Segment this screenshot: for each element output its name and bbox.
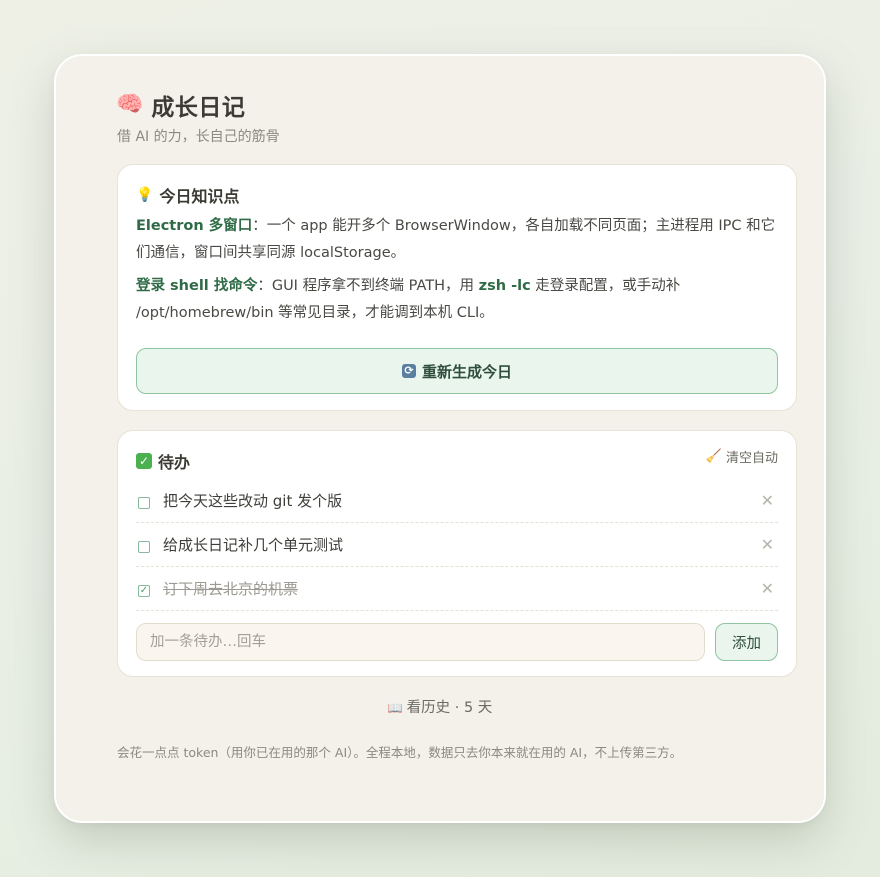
- regenerate-label: 重新生成今日: [421, 362, 512, 381]
- bulb-icon: 💡: [136, 187, 154, 203]
- todo-checkbox[interactable]: [138, 540, 150, 553]
- history-label: 看历史 · 5 天: [406, 700, 493, 716]
- knowledge-code: zsh -lc: [478, 278, 531, 294]
- regenerate-button[interactable]: ⟳ 重新生成今日: [136, 348, 778, 394]
- todo-item: ✓ 订下周去北京的机票 ✕: [136, 567, 778, 611]
- knowledge-term: 登录 shell 找命令: [136, 278, 258, 294]
- knowledge-heading-label: 今日知识点: [159, 187, 240, 206]
- clear-auto-label: 清空自动: [725, 451, 778, 466]
- knowledge-sep: ：: [257, 278, 272, 294]
- clear-auto-button[interactable]: 🧹 清空自动: [706, 447, 778, 466]
- delete-icon[interactable]: ✕: [761, 491, 774, 510]
- check-mark-icon: ✓: [136, 453, 152, 469]
- knowledge-card: 💡 今日知识点 Electron 多窗口：一个 app 能开多个 Browser…: [117, 164, 797, 411]
- todo-card: ✓ 待办 🧹 清空自动 把今天这些改动 git 发个版 ✕ 给成长日记补几个单元…: [117, 430, 797, 677]
- delete-icon[interactable]: ✕: [761, 579, 774, 598]
- todo-text: 把今天这些改动 git 发个版: [163, 492, 343, 510]
- delete-icon[interactable]: ✕: [761, 535, 774, 554]
- todo-item: 把今天这些改动 git 发个版 ✕: [136, 479, 778, 523]
- todo-checkbox[interactable]: [138, 496, 150, 509]
- todo-item: 给成长日记补几个单元测试 ✕: [136, 523, 778, 567]
- book-icon: 📖: [387, 701, 403, 715]
- refresh-icon: ⟳: [401, 364, 416, 378]
- page-title: 成长日记: [151, 95, 246, 121]
- brain-icon: 🧠: [116, 92, 144, 117]
- page-subtitle: 借 AI 的力，长自己的筋骨: [117, 129, 280, 145]
- knowledge-body: GUI 程序拿不到终端 PATH，用: [271, 278, 479, 294]
- knowledge-sep: ：: [252, 218, 267, 234]
- app-header: 🧠 成长日记: [116, 88, 245, 122]
- todo-text: 给成长日记补几个单元测试: [163, 536, 344, 554]
- broom-icon: 🧹: [705, 449, 722, 464]
- todo-checkbox-checked[interactable]: ✓: [138, 584, 150, 597]
- todo-heading-label: 待办: [158, 453, 191, 472]
- history-link[interactable]: 📖 看历史 · 5 天: [56, 696, 824, 717]
- knowledge-point: Electron 多窗口：一个 app 能开多个 BrowserWindow，各…: [136, 213, 781, 267]
- todo-heading: ✓ 待办: [136, 449, 190, 473]
- knowledge-point: 登录 shell 找命令：GUI 程序拿不到终端 PATH，用 zsh -lc …: [136, 273, 781, 327]
- knowledge-heading: 💡 今日知识点: [136, 183, 239, 207]
- app-window: 🧠 成长日记 借 AI 的力，长自己的筋骨 💡 今日知识点 Electron 多…: [56, 56, 824, 821]
- add-todo-button[interactable]: 添加: [715, 623, 778, 661]
- add-todo-input[interactable]: [136, 623, 705, 661]
- todo-text: 订下周去北京的机票: [163, 580, 299, 598]
- todo-list: 把今天这些改动 git 发个版 ✕ 给成长日记补几个单元测试 ✕ ✓ 订下周去北…: [136, 479, 778, 611]
- knowledge-term: Electron 多窗口: [136, 218, 253, 234]
- footnote: 会花一点点 token（用你已在用的那个 AI）。全程本地，数据只去你本来就在用…: [117, 745, 683, 760]
